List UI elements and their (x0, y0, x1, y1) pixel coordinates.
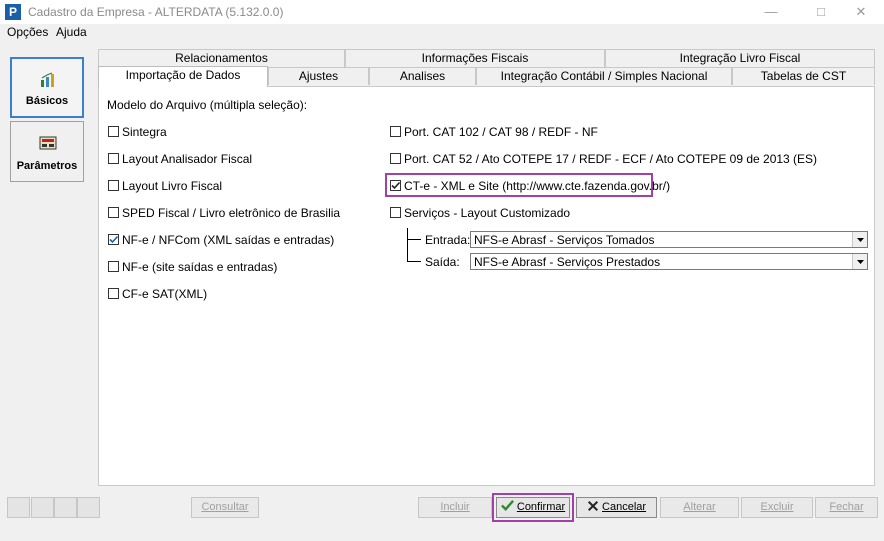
tree-line (407, 239, 421, 240)
alterar-button[interactable]: Alterar (660, 497, 739, 518)
sidebar-item-label: Básicos (25, 95, 69, 107)
tab-relacionamentos[interactable]: Relacionamentos (98, 49, 345, 67)
checkbox-label: CT-e - XML e Site (http://www.cte.fazend… (404, 179, 671, 193)
entrada-select-value: NFS-e Abrasf - Serviços Tomados (474, 233, 655, 247)
excluir-button[interactable]: Excluir (741, 497, 813, 518)
fechar-button[interactable]: Fechar (815, 497, 878, 518)
nav-prev-button[interactable] (31, 497, 54, 518)
sidebar-item-basicos[interactable]: Básicos (10, 57, 84, 118)
checkbox-label: Sintegra (122, 125, 167, 139)
confirmar-label: Confirmar (516, 501, 566, 513)
checkbox-label: Port. CAT 52 / Ato COTEPE 17 / REDF - EC… (404, 152, 818, 166)
checkbox-label: CF-e SAT(XML) (122, 287, 208, 301)
checkbox-label: NF-e / NFCom (XML saídas e entradas) (122, 233, 335, 247)
entrada-select[interactable]: NFS-e Abrasf - Serviços Tomados (470, 231, 868, 248)
tree-line (407, 228, 408, 261)
tab-informacoes-fiscais[interactable]: Informações Fiscais (345, 49, 605, 67)
tree-line (407, 261, 421, 262)
tab-tabelas-de-cst[interactable]: Tabelas de CST (732, 67, 875, 85)
checkbox-label: NF-e (site saídas e entradas) (122, 260, 278, 274)
nav-next-button[interactable] (54, 497, 77, 518)
checkbox-label: Serviços - Layout Customizado (404, 206, 571, 220)
checkbox-layout-livro-fiscal[interactable] (108, 180, 119, 191)
entrada-label: Entrada: (425, 233, 471, 247)
checkbox-nfe-site[interactable] (108, 261, 119, 272)
chevron-down-icon[interactable] (852, 254, 867, 269)
checkbox-label: SPED Fiscal / Livro eletrônico de Brasil… (122, 206, 341, 220)
consultar-button[interactable]: Consultar (191, 497, 259, 518)
x-icon (587, 500, 598, 512)
checkbox-cte-xml-site[interactable] (390, 180, 401, 191)
basicos-icon (41, 72, 54, 87)
sidebar-item-parametros[interactable]: Parâmetros (10, 121, 84, 182)
menu-ajuda[interactable]: Ajuda (56, 25, 87, 39)
checkbox-label: Port. CAT 102 / CAT 98 / REDF - NF (404, 125, 598, 139)
app-icon: P (5, 4, 21, 20)
confirmar-button[interactable]: Confirmar (496, 497, 570, 518)
checkbox-label: Layout Livro Fiscal (122, 179, 223, 193)
sidebar-item-label: Parâmetros (16, 160, 78, 172)
checkbox-nfe-nfcom[interactable] (108, 234, 119, 245)
group-label: Modelo do Arquivo (múltipla seleção): (107, 98, 308, 112)
tab-analises[interactable]: Analises (369, 67, 476, 85)
checkbox-port-cat-52[interactable] (390, 153, 401, 164)
nav-last-button[interactable] (77, 497, 100, 518)
checkbox-sintegra[interactable] (108, 126, 119, 137)
saida-select[interactable]: NFS-e Abrasf - Serviços Prestados (470, 253, 868, 270)
tab-ajustes[interactable]: Ajustes (268, 67, 369, 85)
tab-integracao-contabil[interactable]: Integração Contábil / Simples Nacional (476, 67, 732, 85)
menu-bar: Opções Ajuda (0, 24, 884, 42)
checkbox-servicos-layout[interactable] (390, 207, 401, 218)
cancelar-label: Cancelar (602, 501, 647, 513)
saida-label: Saída: (425, 255, 460, 269)
menu-opcoes[interactable]: Opções (7, 25, 48, 39)
minimize-icon[interactable]: — (748, 0, 794, 24)
checkbox-layout-analisador-fiscal[interactable] (108, 153, 119, 164)
close-icon[interactable]: ✕ (838, 0, 884, 24)
incluir-button[interactable]: Incluir (418, 497, 492, 518)
title-bar: P Cadastro da Empresa - ALTERDATA (5.132… (0, 0, 884, 24)
nav-first-button[interactable] (7, 497, 30, 518)
checkbox-cfe-sat[interactable] (108, 288, 119, 299)
tab-importacao-de-dados[interactable]: Importação de Dados (98, 66, 268, 87)
tab-content-importacao (98, 86, 875, 486)
check-icon (391, 181, 401, 190)
tab-integracao-livro-fiscal[interactable]: Integração Livro Fiscal (605, 49, 875, 67)
check-icon (109, 235, 119, 244)
saida-select-value: NFS-e Abrasf - Serviços Prestados (474, 255, 661, 269)
chevron-down-icon[interactable] (852, 232, 867, 247)
checkbox-port-cat-102[interactable] (390, 126, 401, 137)
window-title: Cadastro da Empresa - ALTERDATA (5.132.0… (28, 5, 284, 19)
parametros-icon (39, 136, 57, 150)
checkbox-label: Layout Analisador Fiscal (122, 152, 253, 166)
cancelar-button[interactable]: Cancelar (576, 497, 657, 518)
checkmark-icon (500, 500, 514, 511)
checkbox-sped-fiscal[interactable] (108, 207, 119, 218)
